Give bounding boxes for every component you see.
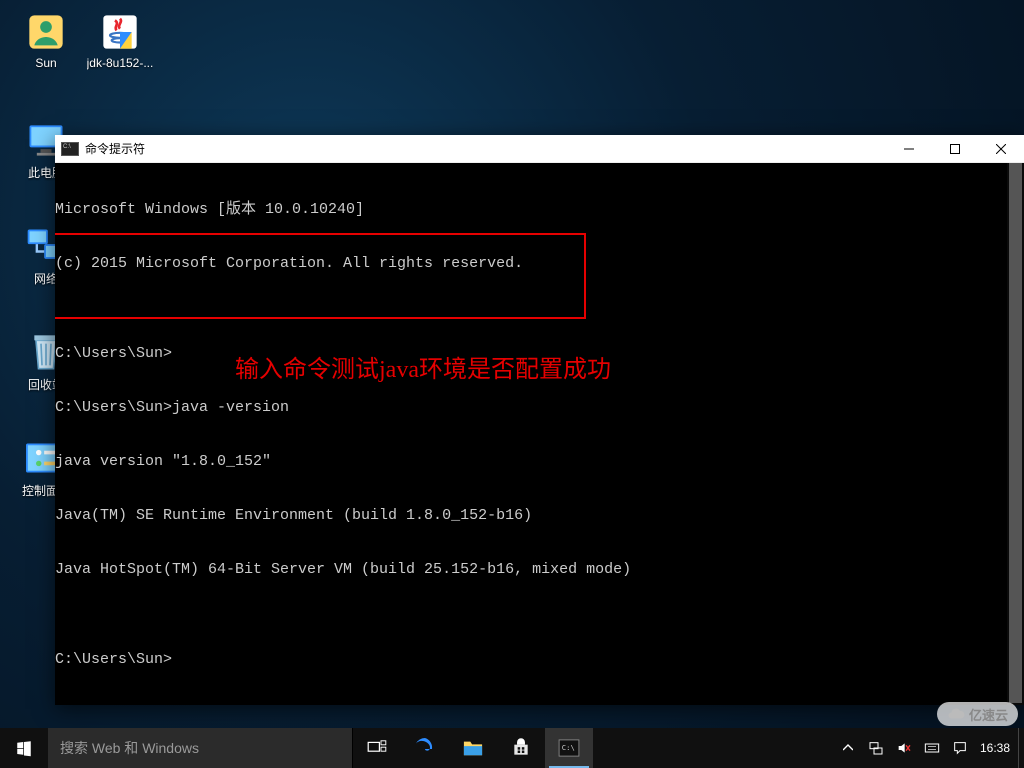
- store-icon: [511, 738, 531, 758]
- cmd-icon: [61, 142, 79, 156]
- minimize-icon: [904, 144, 914, 154]
- cmd-task-button[interactable]: C:\: [545, 728, 593, 768]
- tray-ime-icon[interactable]: [924, 740, 940, 756]
- show-desktop-button[interactable]: [1018, 728, 1024, 768]
- icon-label: Sun: [35, 56, 56, 70]
- maximize-icon: [950, 144, 960, 154]
- taskbar: 搜索 Web 和 Windows C:\ 16:38: [0, 728, 1024, 768]
- maximize-button[interactable]: [932, 135, 978, 163]
- edge-button[interactable]: [401, 728, 449, 768]
- sun-user-icon: [24, 10, 68, 54]
- tray-network-icon[interactable]: [868, 740, 884, 756]
- terminal-line: C:\Users\Sun>java -version: [55, 399, 1022, 417]
- desktop-icon-jdk-installer[interactable]: jdk-8u152-...: [82, 10, 158, 70]
- annotation-text: 输入命令测试java环境是否配置成功: [235, 361, 611, 379]
- desktop-icon-sun-user[interactable]: Sun: [8, 10, 84, 70]
- annotation-box: [55, 233, 586, 319]
- start-button[interactable]: [0, 728, 48, 768]
- tray-notifications-icon[interactable]: [952, 740, 968, 756]
- search-placeholder: 搜索 Web 和 Windows: [60, 738, 199, 758]
- jdk-installer-icon: [98, 10, 142, 54]
- tray-volume-icon[interactable]: [896, 740, 912, 756]
- terminal-line: Java HotSpot(TM) 64-Bit Server VM (build…: [55, 561, 1022, 579]
- explorer-button[interactable]: [449, 728, 497, 768]
- close-button[interactable]: [978, 135, 1024, 163]
- terminal-line: C:\Users\Sun>: [55, 651, 1022, 669]
- edge-icon: [413, 736, 437, 760]
- task-view-button[interactable]: [353, 728, 401, 768]
- keyboard-icon: [924, 740, 940, 756]
- watermark: 亿速云: [937, 702, 1018, 726]
- svg-text:C:\: C:\: [562, 743, 575, 752]
- terminal-line: Microsoft Windows [版本 10.0.10240]: [55, 201, 1022, 219]
- tray-show-hidden[interactable]: [840, 740, 856, 756]
- icon-label: jdk-8u152-...: [87, 56, 154, 70]
- store-button[interactable]: [497, 728, 545, 768]
- terminal-body[interactable]: Microsoft Windows [版本 10.0.10240] (c) 20…: [55, 163, 1024, 705]
- windows-icon: [15, 739, 33, 757]
- volume-mute-icon: [896, 740, 912, 756]
- cloud-icon: [947, 705, 965, 723]
- chevron-up-icon: [843, 743, 853, 753]
- window-title: 命令提示符: [85, 140, 145, 157]
- scrollbar-thumb[interactable]: [1009, 163, 1022, 703]
- terminal-line: java version "1.8.0_152": [55, 453, 1022, 471]
- minimize-button[interactable]: [886, 135, 932, 163]
- action-center-icon: [952, 740, 968, 756]
- tray-clock[interactable]: 16:38: [980, 741, 1010, 755]
- terminal-line: Java(TM) SE Runtime Environment (build 1…: [55, 507, 1022, 525]
- titlebar[interactable]: 命令提示符: [55, 135, 1024, 163]
- taskview-icon: [367, 740, 387, 756]
- close-icon: [996, 144, 1006, 154]
- system-tray: 16:38: [832, 728, 1018, 768]
- cmd-window: 命令提示符 Microsoft Windows [版本 10.0.10240] …: [55, 135, 1024, 705]
- scrollbar[interactable]: [1007, 163, 1024, 705]
- folder-icon: [462, 738, 484, 758]
- network-icon: [868, 740, 884, 756]
- cmd-task-icon: C:\: [558, 739, 580, 757]
- search-box[interactable]: 搜索 Web 和 Windows: [48, 728, 353, 768]
